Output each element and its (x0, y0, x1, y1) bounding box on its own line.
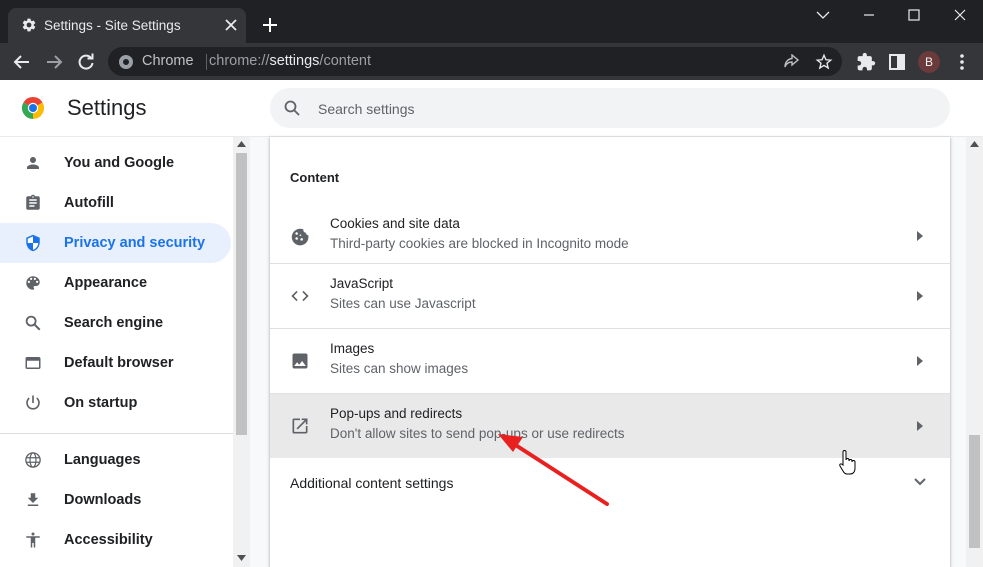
chip-separator (206, 54, 207, 70)
sidebar-item-appearance[interactable]: Appearance (0, 263, 231, 303)
title-bar: Settings - Site Settings (0, 0, 983, 43)
chrome-logo-icon (22, 97, 44, 119)
cookie-icon (291, 228, 309, 246)
sidebar-item-label: Autofill (64, 195, 114, 211)
sidebar-item-label: Appearance (64, 275, 148, 291)
row-pop-ups-and-redirects[interactable]: Pop-ups and redirects Don't allow sites … (270, 394, 950, 458)
shield-icon (26, 234, 40, 252)
sidebar-item-label: Default browser (64, 355, 174, 371)
arrow-right-icon (917, 356, 923, 366)
search-icon (25, 315, 41, 331)
sidebar-item-default-browser[interactable]: Default browser (0, 343, 231, 383)
chrome-icon (119, 55, 133, 69)
row-subtitle: Sites can use Javascript (330, 296, 476, 311)
tab-title: Settings - Site Settings (44, 18, 181, 33)
back-arrow-icon[interactable] (12, 52, 32, 72)
search-input[interactable] (316, 98, 920, 120)
additional-content-settings-label: Additional content settings (290, 475, 454, 491)
close-icon[interactable] (224, 18, 238, 32)
sidebar-item-downloads[interactable]: Downloads (0, 480, 231, 520)
open-in-new-icon (292, 418, 308, 434)
minimize-icon (864, 14, 874, 16)
row-javascript[interactable]: JavaScript Sites can use Javascript (270, 264, 950, 328)
row-title: JavaScript (330, 276, 394, 291)
scroll-up-arrow-icon[interactable] (970, 141, 979, 147)
person-icon (27, 157, 39, 169)
address-bar[interactable]: Chrome chrome://settings/content (108, 47, 842, 76)
sidebar: You and Google Autofill Privacy and secu… (0, 137, 233, 567)
row-subtitle: Don't allow sites to send pop-ups or use… (330, 426, 625, 441)
sidebar-scrollbar[interactable] (233, 137, 250, 567)
image-icon (292, 353, 308, 369)
power-icon (26, 395, 40, 410)
sidebar-item-label: Languages (64, 452, 141, 468)
scroll-up-arrow-icon[interactable] (237, 141, 246, 147)
forward-arrow-icon[interactable] (44, 52, 64, 72)
browser-tab[interactable]: Settings - Site Settings (8, 8, 246, 43)
tab-search-button[interactable] (800, 0, 846, 30)
row-images[interactable]: Images Sites can show images (270, 329, 950, 393)
chevron-down-icon (816, 11, 830, 19)
sidebar-item-privacy-and-security[interactable]: Privacy and security (0, 223, 231, 263)
search-icon (284, 100, 300, 116)
browser-toolbar: Chrome chrome://settings/content B (0, 43, 983, 80)
sidebar-item-accessibility[interactable]: Accessibility (0, 520, 231, 560)
row-title: Pop-ups and redirects (330, 406, 463, 421)
row-cookies-and-site-data[interactable]: Cookies and site data Third-party cookie… (270, 204, 950, 268)
accessibility-icon (26, 532, 40, 548)
minimize-button[interactable] (846, 0, 892, 30)
main-scrollbar-thumb[interactable] (969, 435, 980, 548)
sidebar-item-on-startup[interactable]: On startup (0, 383, 231, 423)
code-icon (291, 290, 309, 302)
extensions-puzzle-icon[interactable] (856, 52, 876, 72)
row-title: Cookies and site data (330, 216, 460, 231)
close-icon (954, 9, 966, 21)
browser-window-icon (25, 357, 41, 369)
arrow-right-icon (917, 421, 923, 431)
row-title: Images (330, 341, 375, 356)
sidebar-item-languages[interactable]: Languages (0, 440, 231, 480)
scroll-down-arrow-icon[interactable] (237, 555, 246, 561)
arrow-right-icon (917, 291, 923, 301)
sidebar-item-label: Search engine (64, 315, 164, 331)
main-scrollbar[interactable] (966, 137, 983, 567)
sidebar-item-search-engine[interactable]: Search engine (0, 303, 231, 343)
profile-avatar[interactable]: B (918, 51, 940, 73)
url-text[interactable]: chrome://settings/content (209, 53, 371, 69)
plus-icon[interactable] (262, 17, 278, 33)
search-box[interactable] (270, 88, 950, 128)
download-icon (27, 493, 39, 506)
palette-icon (26, 276, 40, 290)
clipboard-icon (26, 194, 40, 210)
settings-header: Settings (0, 80, 983, 137)
page-title: Settings (67, 95, 147, 120)
arrow-right-icon (917, 231, 923, 241)
maximize-icon (908, 9, 920, 21)
sidebar-item-label: Accessibility (64, 532, 153, 548)
share-icon[interactable] (783, 54, 801, 70)
sidebar-divider (0, 433, 233, 434)
sidebar-item-you-and-google[interactable]: You and Google (0, 143, 231, 183)
side-panel-icon[interactable] (887, 52, 907, 72)
sidebar-item-autofill[interactable]: Autofill (0, 183, 231, 223)
sidebar-item-label: Privacy and security (64, 235, 206, 251)
sidebar-item-label: On startup (64, 395, 138, 411)
kebab-menu-icon[interactable] (952, 52, 972, 72)
gear-icon (22, 18, 36, 32)
close-window-button[interactable] (937, 0, 983, 30)
sidebar-item-label: Downloads (64, 492, 142, 508)
sidebar-item-label: You and Google (64, 155, 175, 171)
sidebar-scrollbar-thumb[interactable] (236, 153, 247, 435)
reload-icon[interactable] (76, 52, 96, 72)
row-subtitle: Third-party cookies are blocked in Incog… (330, 236, 629, 251)
row-subtitle: Sites can show images (330, 361, 469, 376)
section-title: Content (290, 170, 340, 185)
maximize-button[interactable] (891, 0, 937, 30)
bookmark-star-icon[interactable] (815, 53, 833, 71)
globe-icon (25, 452, 41, 468)
content-settings-card: Content Cookies and site data Third-part… (270, 137, 950, 567)
additional-content-settings[interactable]: Additional content settings (270, 459, 950, 507)
site-chip: Chrome (142, 53, 194, 69)
chevron-down-icon (914, 478, 926, 486)
